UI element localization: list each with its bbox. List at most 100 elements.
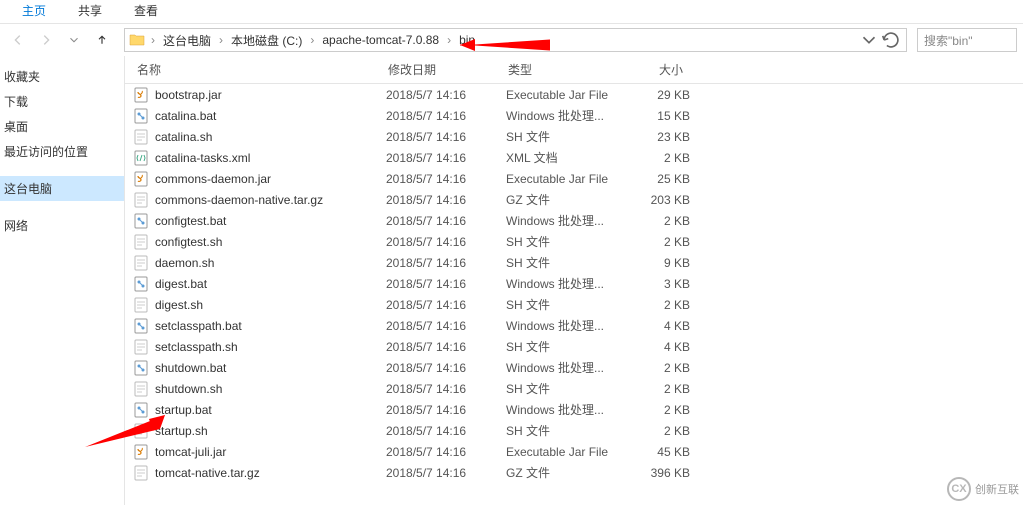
file-size: 396 KB [636, 466, 706, 480]
file-size: 3 KB [636, 277, 706, 291]
file-type: Windows 批处理... [506, 212, 636, 229]
sidebar-item-network[interactable]: 网络 [0, 213, 124, 238]
file-icon [133, 192, 149, 208]
column-size[interactable]: 大小 [630, 57, 700, 82]
file-name: bootstrap.jar [155, 88, 386, 102]
file-name: startup.bat [155, 403, 386, 417]
file-row[interactable]: startup.sh2018/5/7 14:16SH 文件2 KB [125, 420, 1023, 441]
sidebar-item-recent[interactable]: 最近访问的位置 [0, 139, 124, 164]
sidebar-item-thispc[interactable]: 这台电脑 [0, 176, 124, 201]
file-name: configtest.bat [155, 214, 386, 228]
file-name: shutdown.bat [155, 361, 386, 375]
file-row[interactable]: shutdown.sh2018/5/7 14:16SH 文件2 KB [125, 378, 1023, 399]
file-type: GZ 文件 [506, 191, 636, 208]
file-date: 2018/5/7 14:16 [386, 151, 506, 165]
file-size: 29 KB [636, 88, 706, 102]
file-icon [133, 444, 149, 460]
file-icon [133, 339, 149, 355]
file-row[interactable]: configtest.sh2018/5/7 14:16SH 文件2 KB [125, 231, 1023, 252]
file-type: Windows 批处理... [506, 359, 636, 376]
file-date: 2018/5/7 14:16 [386, 235, 506, 249]
search-input[interactable]: 搜索"bin" [917, 28, 1017, 52]
file-icon [133, 276, 149, 292]
column-headers: 名称 修改日期 类型 大小 [125, 56, 1023, 84]
file-name: digest.bat [155, 277, 386, 291]
file-date: 2018/5/7 14:16 [386, 382, 506, 396]
file-row[interactable]: commons-daemon-native.tar.gz2018/5/7 14:… [125, 189, 1023, 210]
breadcrumb-item[interactable]: apache-tomcat-7.0.88 [318, 31, 443, 49]
chevron-right-icon: › [308, 33, 316, 47]
file-type: Windows 批处理... [506, 107, 636, 124]
file-size: 2 KB [636, 382, 706, 396]
file-row[interactable]: bootstrap.jar2018/5/7 14:16Executable Ja… [125, 84, 1023, 105]
tab-view[interactable]: 查看 [118, 0, 174, 23]
back-button[interactable] [6, 28, 30, 52]
file-type: GZ 文件 [506, 464, 636, 481]
file-name: setclasspath.sh [155, 340, 386, 354]
breadcrumb-item[interactable]: 这台电脑 [159, 30, 215, 51]
file-name: commons-daemon-native.tar.gz [155, 193, 386, 207]
file-type: SH 文件 [506, 233, 636, 250]
file-date: 2018/5/7 14:16 [386, 424, 506, 438]
up-button[interactable] [90, 28, 114, 52]
file-size: 45 KB [636, 445, 706, 459]
file-date: 2018/5/7 14:16 [386, 193, 506, 207]
file-row[interactable]: setclasspath.bat2018/5/7 14:16Windows 批处… [125, 315, 1023, 336]
watermark-logo-icon: CX [947, 477, 971, 501]
file-type: Windows 批处理... [506, 275, 636, 292]
recent-dropdown[interactable] [62, 28, 86, 52]
breadcrumb-item[interactable]: 本地磁盘 (C:) [227, 30, 306, 51]
file-row[interactable]: configtest.bat2018/5/7 14:16Windows 批处理.… [125, 210, 1023, 231]
file-row[interactable]: catalina.bat2018/5/7 14:16Windows 批处理...… [125, 105, 1023, 126]
file-row[interactable]: commons-daemon.jar2018/5/7 14:16Executab… [125, 168, 1023, 189]
file-date: 2018/5/7 14:16 [386, 256, 506, 270]
file-type: SH 文件 [506, 296, 636, 313]
file-row[interactable]: catalina.sh2018/5/7 14:16SH 文件23 KB [125, 126, 1023, 147]
tab-share[interactable]: 共享 [62, 0, 118, 23]
file-row[interactable]: daemon.sh2018/5/7 14:16SH 文件9 KB [125, 252, 1023, 273]
file-row[interactable]: digest.bat2018/5/7 14:16Windows 批处理...3 … [125, 273, 1023, 294]
refresh-button[interactable] [880, 29, 902, 51]
tab-home[interactable]: 主页 [6, 0, 62, 23]
file-type: SH 文件 [506, 128, 636, 145]
file-row[interactable]: shutdown.bat2018/5/7 14:16Windows 批处理...… [125, 357, 1023, 378]
sidebar-item-favorites[interactable]: 收藏夹 [0, 64, 124, 89]
file-row[interactable]: digest.sh2018/5/7 14:16SH 文件2 KB [125, 294, 1023, 315]
file-type: SH 文件 [506, 254, 636, 271]
file-size: 2 KB [636, 214, 706, 228]
file-row[interactable]: tomcat-juli.jar2018/5/7 14:16Executable … [125, 441, 1023, 462]
breadcrumb-item[interactable]: bin [455, 31, 479, 49]
file-name: tomcat-juli.jar [155, 445, 386, 459]
file-icon [133, 108, 149, 124]
file-row[interactable]: tomcat-native.tar.gz2018/5/7 14:16GZ 文件3… [125, 462, 1023, 483]
file-date: 2018/5/7 14:16 [386, 340, 506, 354]
file-date: 2018/5/7 14:16 [386, 466, 506, 480]
file-date: 2018/5/7 14:16 [386, 361, 506, 375]
file-date: 2018/5/7 14:16 [386, 109, 506, 123]
column-name[interactable]: 名称 [125, 57, 380, 82]
column-date[interactable]: 修改日期 [380, 57, 500, 82]
address-bar[interactable]: › 这台电脑 › 本地磁盘 (C:) › apache-tomcat-7.0.8… [124, 28, 907, 52]
file-size: 2 KB [636, 151, 706, 165]
file-type: Windows 批处理... [506, 401, 636, 418]
file-size: 2 KB [636, 235, 706, 249]
file-icon [133, 360, 149, 376]
sidebar-item-desktop[interactable]: 桌面 [0, 114, 124, 139]
column-type[interactable]: 类型 [500, 57, 630, 82]
address-dropdown-icon[interactable] [858, 29, 880, 51]
file-row[interactable]: setclasspath.sh2018/5/7 14:16SH 文件4 KB [125, 336, 1023, 357]
file-icon [133, 465, 149, 481]
watermark: CX 创新互联 [947, 477, 1019, 501]
file-row[interactable]: catalina-tasks.xml2018/5/7 14:16XML 文档2 … [125, 147, 1023, 168]
file-date: 2018/5/7 14:16 [386, 130, 506, 144]
file-size: 15 KB [636, 109, 706, 123]
file-row[interactable]: startup.bat2018/5/7 14:16Windows 批处理...2… [125, 399, 1023, 420]
file-type: XML 文档 [506, 149, 636, 166]
file-type: SH 文件 [506, 380, 636, 397]
forward-button[interactable] [34, 28, 58, 52]
file-date: 2018/5/7 14:16 [386, 319, 506, 333]
file-icon [133, 129, 149, 145]
sidebar-item-downloads[interactable]: 下载 [0, 89, 124, 114]
file-date: 2018/5/7 14:16 [386, 172, 506, 186]
file-size: 25 KB [636, 172, 706, 186]
